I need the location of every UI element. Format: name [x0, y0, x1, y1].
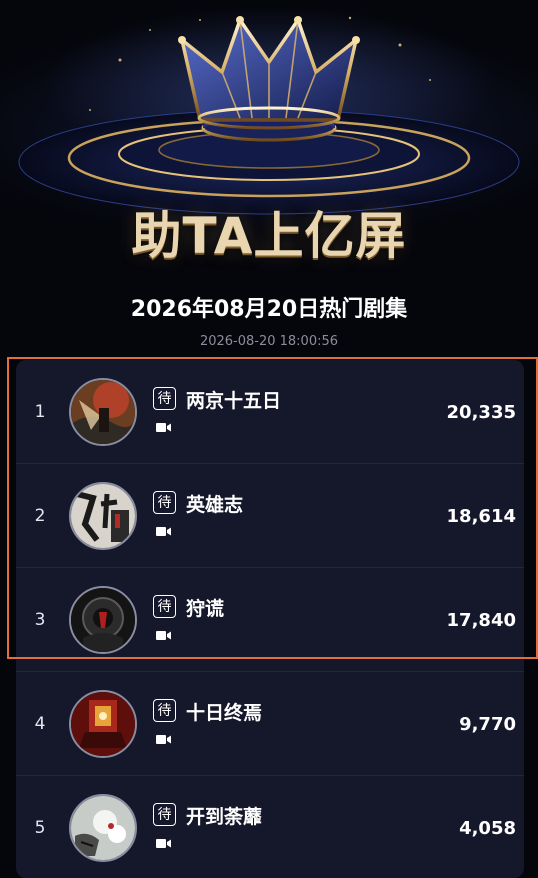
show-poster-avatar[interactable]: [69, 482, 137, 550]
status-badge: 待: [153, 595, 176, 618]
status-badge: 待: [153, 491, 176, 514]
video-camera-icon: [156, 735, 171, 744]
page-title: 2026年08月20日热门剧集: [130, 297, 408, 322]
poster-image: [71, 380, 135, 444]
rank-number: 4: [34, 714, 46, 734]
poster-image: [71, 796, 135, 860]
rank-number: 3: [34, 610, 46, 630]
video-camera-icon: [156, 527, 171, 536]
video-camera-icon: [156, 631, 171, 640]
show-poster-avatar[interactable]: [69, 690, 137, 758]
score-value: 9,770: [459, 713, 516, 735]
show-poster-avatar[interactable]: [69, 378, 137, 446]
show-title[interactable]: 两京十五日: [186, 386, 281, 413]
ranking-row-2[interactable]: 2 待 英雄志 18,614: [16, 464, 524, 568]
rank-number: 1: [34, 402, 46, 422]
rank-number: 2: [34, 506, 46, 526]
video-camera-icon: [156, 423, 171, 432]
poster-image: [71, 588, 135, 652]
update-timestamp: 2026-08-20 18:00:56: [199, 334, 339, 349]
status-badge: 待: [153, 803, 176, 826]
score-value: 17,840: [446, 609, 516, 631]
hero-banner: 助TA上亿屏: [0, 0, 538, 290]
status-badge: 待: [153, 387, 176, 410]
ranking-row-5[interactable]: 5 待 开到荼蘼 4,058: [16, 776, 524, 878]
status-badge: 待: [153, 699, 176, 722]
show-poster-avatar[interactable]: [69, 794, 137, 862]
show-title[interactable]: 狩谎: [186, 594, 224, 621]
show-title[interactable]: 开到荼蘼: [186, 802, 262, 829]
poster-image: [71, 484, 135, 548]
score-value: 4,058: [459, 817, 516, 839]
show-poster-avatar[interactable]: [69, 586, 137, 654]
poster-image: [71, 692, 135, 756]
show-title[interactable]: 英雄志: [186, 490, 243, 517]
ranking-row-1[interactable]: 1 待 两京十五日 20,335: [16, 360, 524, 464]
hero-title: 助TA上亿屏: [131, 207, 407, 265]
video-camera-icon: [156, 839, 171, 848]
rank-number: 5: [34, 818, 46, 838]
score-value: 20,335: [446, 401, 516, 423]
show-title[interactable]: 十日终焉: [186, 698, 262, 725]
ranking-row-4[interactable]: 4 待 十日终焉 9,770: [16, 672, 524, 776]
score-value: 18,614: [446, 505, 516, 527]
ranking-row-3[interactable]: 3 待 狩谎 17,840: [16, 568, 524, 672]
